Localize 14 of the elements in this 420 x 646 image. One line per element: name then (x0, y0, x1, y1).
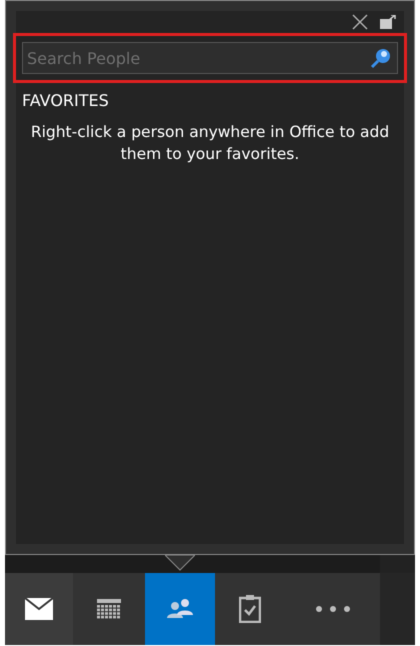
nav-button[interactable] (215, 573, 285, 645)
pop-out-icon[interactable] (380, 15, 396, 29)
nav-button[interactable] (5, 573, 73, 645)
people-icon (166, 598, 194, 620)
search-field[interactable]: Search People (22, 42, 398, 74)
more-icon (314, 605, 350, 613)
nav-button[interactable] (73, 573, 145, 645)
calendar-icon (97, 599, 121, 619)
envelope-icon (25, 598, 53, 620)
favorites-heading: FAVORITES (22, 90, 110, 112)
clipboard-check-icon (239, 595, 261, 623)
close-icon[interactable] (352, 14, 368, 30)
search-icon[interactable] (370, 47, 392, 69)
favorites-hint: Right-click a person anywhere in Office to add them to your favorites. (30, 122, 390, 165)
